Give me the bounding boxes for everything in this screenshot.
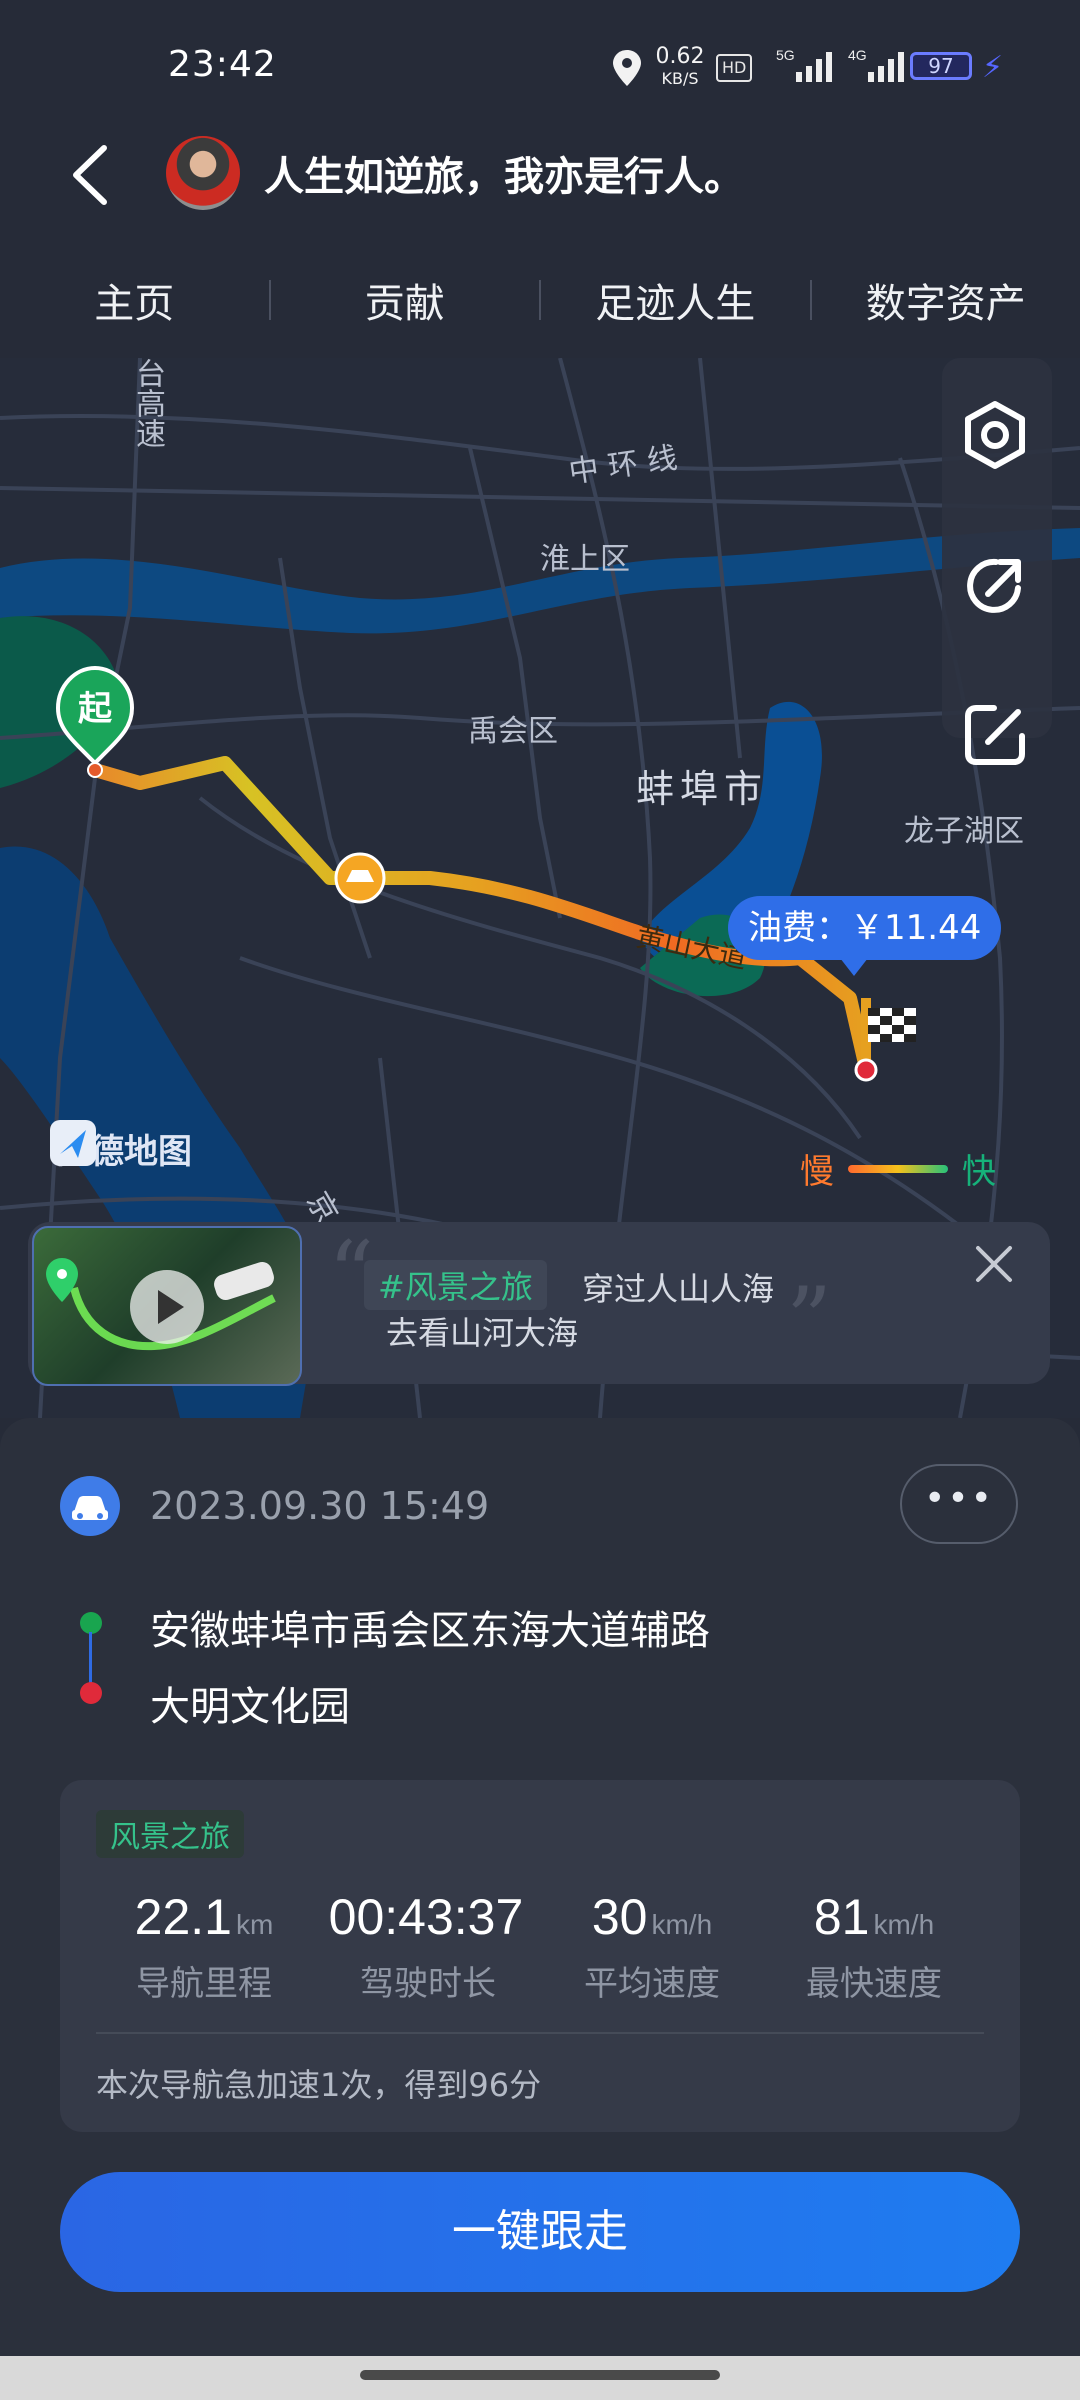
end-marker [854, 998, 916, 1082]
stat-average-speed: 30 km/h 平均速度 [552, 1888, 752, 2005]
stat-value: 00:43:37 [328, 1889, 524, 1945]
follow-route-button[interactable]: 一键跟走 [60, 2172, 1020, 2292]
stat-value: 30 [591, 1889, 648, 1945]
tab-digital-assets[interactable]: 数字资产 [812, 271, 1080, 329]
promo-tag[interactable]: #风景之旅 [364, 1260, 547, 1310]
map-label-district: 禹会区 [468, 714, 558, 749]
stats-divider [96, 2032, 984, 2034]
end-address: 大明文化园 [150, 1684, 350, 1730]
avatar[interactable] [166, 136, 240, 210]
signal-4g-label: 4G [848, 47, 867, 63]
signal-5g-label: 5G [776, 47, 795, 63]
stat-label: 驾驶时长 [360, 1964, 496, 2004]
stat-unit: km/h [873, 1909, 935, 1940]
trip-tag: 风景之旅 [96, 1810, 244, 1858]
quote-close-icon: ” [786, 1268, 833, 1373]
amap-logo-icon [50, 1120, 96, 1166]
home-indicator[interactable] [360, 2370, 720, 2380]
start-marker-label: 起 [78, 689, 113, 729]
end-point-icon [80, 1682, 102, 1704]
signal-4g-icon: 4G [848, 47, 904, 82]
net-speed-value: 0.62 [655, 44, 705, 69]
tab-bar: 主页 贡献 足迹人生 数字资产 [0, 260, 1080, 340]
start-address: 安徽蚌埠市禹会区东海大道辅路 [150, 1608, 710, 1654]
tab-contribution[interactable]: 贡献 [271, 271, 540, 329]
stat-value: 22.1 [134, 1889, 232, 1945]
promo-text-line-1: 穿过人山人海 [582, 1270, 775, 1308]
tab-home[interactable]: 主页 [0, 271, 269, 329]
car-icon [60, 1476, 120, 1536]
stat-unit: km/h [651, 1909, 713, 1940]
settings-icon[interactable] [958, 398, 1032, 472]
tab-footprint[interactable]: 足迹人生 [541, 271, 810, 329]
promo-text-line-2: 去看山河大海 [386, 1314, 579, 1352]
hd-icon: HD [716, 54, 753, 82]
location-icon [613, 50, 641, 86]
stat-label: 平均速度 [584, 1964, 720, 2004]
legend-slow-label: 慢 [800, 1152, 834, 1192]
midpoint-icon [334, 852, 386, 904]
net-speed-unit: KB/S [661, 69, 699, 88]
map-label-road: 台高速 [130, 358, 165, 448]
legend-gradient [848, 1164, 948, 1173]
map-label-district: 淮上区 [540, 542, 630, 577]
page-title: 人生如逆旅，我亦是行人。 [264, 154, 744, 200]
edit-icon[interactable] [958, 698, 1032, 772]
speed-legend: 慢 快 [800, 1144, 996, 1193]
back-button[interactable] [62, 140, 122, 210]
stat-unit: km [236, 1909, 274, 1940]
fuel-cost-value: ￥11.44 [850, 908, 982, 948]
more-options-button[interactable]: ••• [900, 1464, 1018, 1544]
stat-label: 最快速度 [806, 1964, 942, 2004]
legend-fast-label: 快 [962, 1152, 996, 1192]
driving-score-note: 本次导航急加速1次，得到96分 [96, 2066, 542, 2104]
map-label-city: 蚌埠市 [636, 767, 769, 811]
stat-max-speed: 81 km/h 最快速度 [774, 1888, 974, 2005]
start-marker: 起 [55, 665, 135, 778]
stat-distance: 22.1 km 导航里程 [104, 1888, 304, 2005]
stat-label: 导航里程 [136, 1964, 272, 2004]
promo-video-thumbnail[interactable] [32, 1226, 302, 1386]
amap-logo: 高德地图 [50, 1120, 192, 1176]
share-icon[interactable] [958, 548, 1032, 622]
fuel-cost-label: 油费： [748, 908, 850, 948]
play-icon[interactable] [130, 1270, 204, 1344]
start-point-icon [80, 1612, 102, 1634]
net-speed: 0.62 KB/S [650, 46, 710, 90]
map-label-district: 龙子湖区 [904, 814, 1024, 849]
status-time: 23:42 [168, 44, 277, 85]
signal-5g-icon: 5G [776, 47, 832, 82]
close-icon[interactable] [968, 1238, 1020, 1290]
battery-icon: 97 [910, 52, 972, 80]
stat-value: 81 [813, 1889, 870, 1945]
trip-datetime: 2023.09.30 15:49 [150, 1484, 490, 1528]
fuel-cost-bubble: 油费：￥11.44 [728, 896, 1002, 976]
charging-icon: ⚡ [982, 50, 1004, 85]
stat-duration: 00:43:37 驾驶时长 [328, 1888, 528, 2005]
